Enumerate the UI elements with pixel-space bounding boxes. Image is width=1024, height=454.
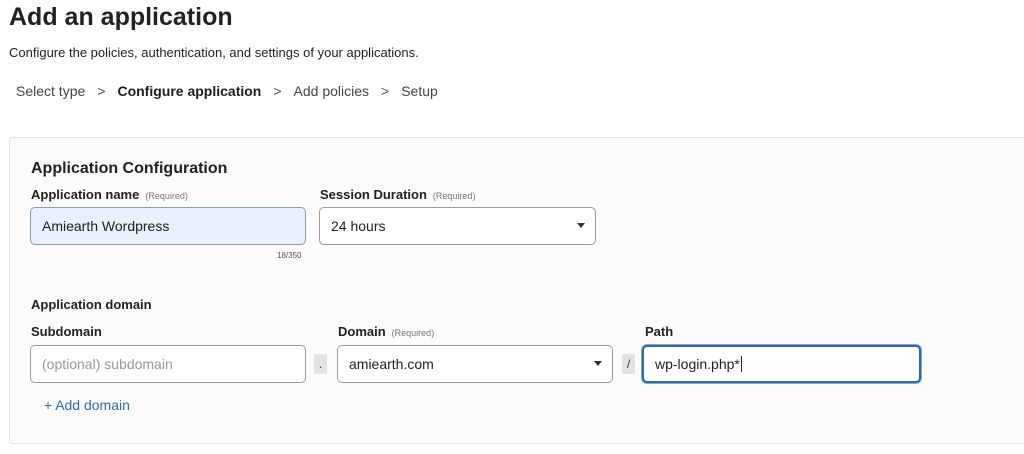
application-name-label-text: Application name xyxy=(31,187,140,202)
application-name-input[interactable]: Amiearth Wordpress xyxy=(30,207,306,245)
application-name-value: Amiearth Wordpress xyxy=(42,218,170,234)
required-hint: (Required) xyxy=(391,328,435,338)
configuration-card xyxy=(9,137,1024,444)
chevron-down-icon xyxy=(577,223,585,228)
dot-separator: . xyxy=(314,354,327,374)
application-name-label: Application name (Required) xyxy=(31,187,188,202)
domain-value: amiearth.com xyxy=(349,356,434,372)
breadcrumb-step-select-type[interactable]: Select type xyxy=(16,83,85,99)
domain-select[interactable]: amiearth.com xyxy=(337,345,613,383)
breadcrumb-separator: > xyxy=(381,83,390,99)
text-cursor xyxy=(740,356,742,372)
session-duration-value: 24 hours xyxy=(331,218,386,234)
domain-label-text: Domain xyxy=(338,324,386,339)
path-value: wp-login.php* xyxy=(655,356,740,372)
breadcrumb-step-configure-application[interactable]: Configure application xyxy=(117,83,261,99)
breadcrumb: Select type > Configure application > Ad… xyxy=(16,83,438,99)
breadcrumb-step-add-policies[interactable]: Add policies xyxy=(294,83,370,99)
path-input[interactable]: wp-login.php* xyxy=(642,345,921,383)
session-duration-select[interactable]: 24 hours xyxy=(319,207,596,245)
required-hint: (Required) xyxy=(145,191,188,201)
path-label: Path xyxy=(645,324,674,339)
subdomain-input[interactable]: (optional) subdomain xyxy=(30,345,306,383)
page-subtitle: Configure the policies, authentication, … xyxy=(9,45,419,60)
plus-icon: + xyxy=(44,397,53,413)
domain-label: Domain (Required) xyxy=(338,324,434,339)
character-counter: 18/350 xyxy=(277,251,302,260)
add-domain-button[interactable]: + Add domain xyxy=(44,397,130,413)
page-title: Add an application xyxy=(9,3,233,31)
session-duration-label-text: Session Duration xyxy=(320,187,427,202)
session-duration-label: Session Duration (Required) xyxy=(320,187,475,202)
add-domain-label: Add domain xyxy=(55,397,130,413)
breadcrumb-step-setup[interactable]: Setup xyxy=(401,83,438,99)
subdomain-placeholder: (optional) subdomain xyxy=(42,356,173,372)
subdomain-label: Subdomain xyxy=(31,324,102,339)
application-configuration-heading: Application Configuration xyxy=(31,160,228,177)
required-hint: (Required) xyxy=(432,191,476,201)
application-domain-heading: Application domain xyxy=(31,297,152,312)
chevron-down-icon xyxy=(594,361,602,366)
breadcrumb-separator: > xyxy=(97,83,106,99)
breadcrumb-separator: > xyxy=(273,83,282,99)
slash-separator: / xyxy=(622,354,635,374)
